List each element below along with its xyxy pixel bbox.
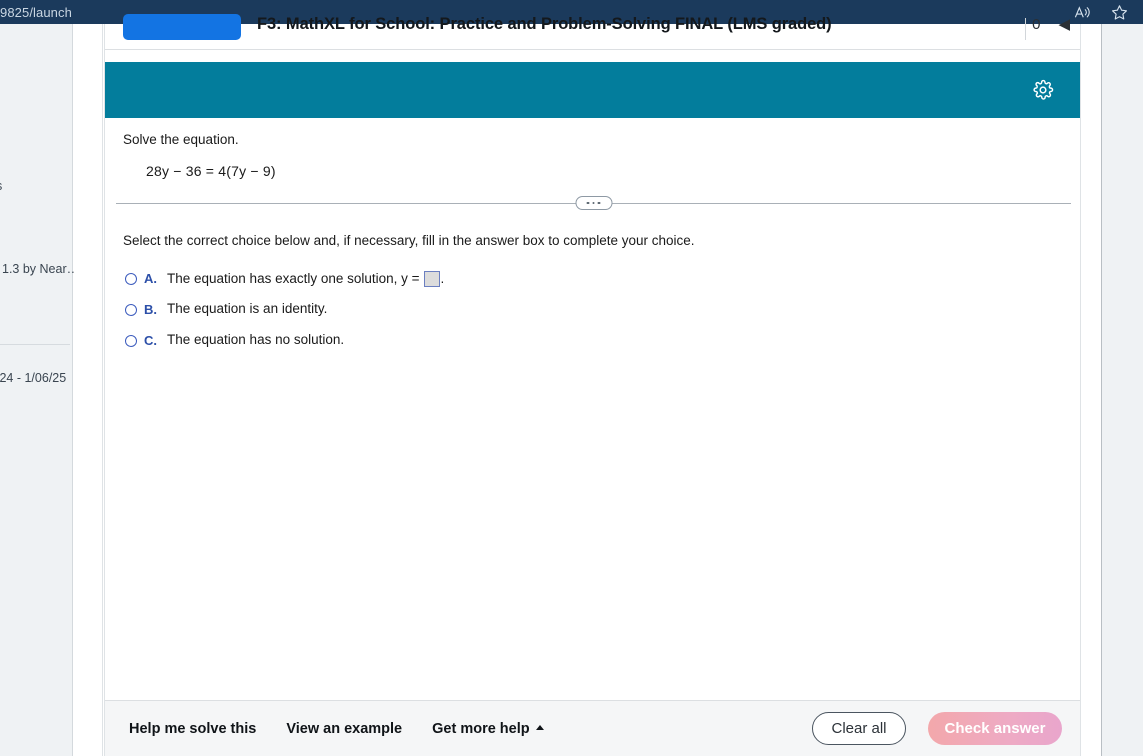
choice-text-a: The equation has exactly one solution, y… xyxy=(167,270,445,287)
panel-divider xyxy=(116,196,1071,210)
question-body: Solve the equation. 28y − 36 = 4(7y − 9)… xyxy=(105,118,1080,363)
header-separator xyxy=(1025,18,1026,40)
rail-text-line-1: s xyxy=(0,179,2,193)
view-an-example-button[interactable]: View an example xyxy=(286,721,402,737)
help-me-solve-this-button[interactable]: Help me solve this xyxy=(129,721,256,737)
panel-resize-handle[interactable] xyxy=(575,196,612,210)
handle-dot xyxy=(586,201,590,205)
answer-choice-list: A. The equation has exactly one solution… xyxy=(123,270,1062,348)
question-banner xyxy=(105,62,1080,118)
exercise-toolbar: Help me solve this View an example Get m… xyxy=(105,700,1080,756)
course-home-button[interactable] xyxy=(123,14,241,40)
rail-content-gutter xyxy=(74,24,103,756)
gear-icon[interactable] xyxy=(1032,79,1054,101)
handle-dot xyxy=(592,201,595,205)
handle-dot xyxy=(597,201,601,205)
choice-letter-b: B. xyxy=(144,302,157,317)
choice-text-a-before: The equation has exactly one solution, y… xyxy=(167,270,420,286)
right-side-panel xyxy=(1101,24,1143,756)
action-button-group: Clear all Check answer xyxy=(812,712,1062,745)
check-answer-button[interactable]: Check answer xyxy=(928,712,1062,745)
chevron-up-icon xyxy=(535,725,544,730)
browser-action-icons xyxy=(1073,3,1143,22)
rail-text-line-2[interactable]: 1.3 by Near… xyxy=(2,262,79,276)
radio-button-b[interactable] xyxy=(125,304,137,316)
favorites-star-icon[interactable] xyxy=(1110,3,1129,22)
help-link-group: Help me solve this View an example Get m… xyxy=(129,721,544,737)
answer-choice-b[interactable]: B. The equation is an identity. xyxy=(123,301,1062,317)
choice-text-a-after: . xyxy=(440,270,445,286)
choice-text-c: The equation has no solution. xyxy=(167,332,345,347)
exercise-header: F3: MathXL for School: Practice and Prob… xyxy=(105,14,1080,50)
get-more-help-label: Get more help xyxy=(432,720,530,737)
question-prompt: Solve the equation. xyxy=(123,132,239,147)
right-gap xyxy=(1081,24,1101,756)
answer-choice-c[interactable]: C. The equation has no solution. xyxy=(123,332,1062,348)
question-equation: 28y − 36 = 4(7y − 9) xyxy=(146,163,276,179)
left-navigation-rail: s 1.3 by Near… /24 - 1/06/25 xyxy=(0,24,79,756)
read-aloud-icon[interactable] xyxy=(1073,3,1092,22)
clear-all-button[interactable]: Clear all xyxy=(812,712,906,745)
prev-question-icon[interactable]: ◀ xyxy=(1058,15,1070,33)
rail-text-line-3: /24 - 1/06/25 xyxy=(0,371,67,385)
page-title: F3: MathXL for School: Practice and Prob… xyxy=(257,15,832,33)
choice-letter-c: C. xyxy=(144,333,157,348)
score-indicator: 0 xyxy=(1032,15,1041,33)
address-bar-url[interactable]: 9825/launch xyxy=(0,5,72,20)
exercise-header-actions: 0 ◀ xyxy=(1032,15,1070,34)
answer-instruction: Select the correct choice below and, if … xyxy=(123,233,695,248)
radio-button-c[interactable] xyxy=(125,335,137,347)
radio-button-a[interactable] xyxy=(125,273,137,285)
answer-choice-a[interactable]: A. The equation has exactly one solution… xyxy=(123,270,1062,287)
answer-input-a[interactable] xyxy=(423,271,440,287)
exercise-frame: F3: MathXL for School: Practice and Prob… xyxy=(104,14,1081,756)
choice-letter-a: A. xyxy=(144,271,157,286)
rail-divider xyxy=(0,344,70,345)
get-more-help-button[interactable]: Get more help xyxy=(432,721,544,737)
choice-text-b: The equation is an identity. xyxy=(167,301,328,316)
